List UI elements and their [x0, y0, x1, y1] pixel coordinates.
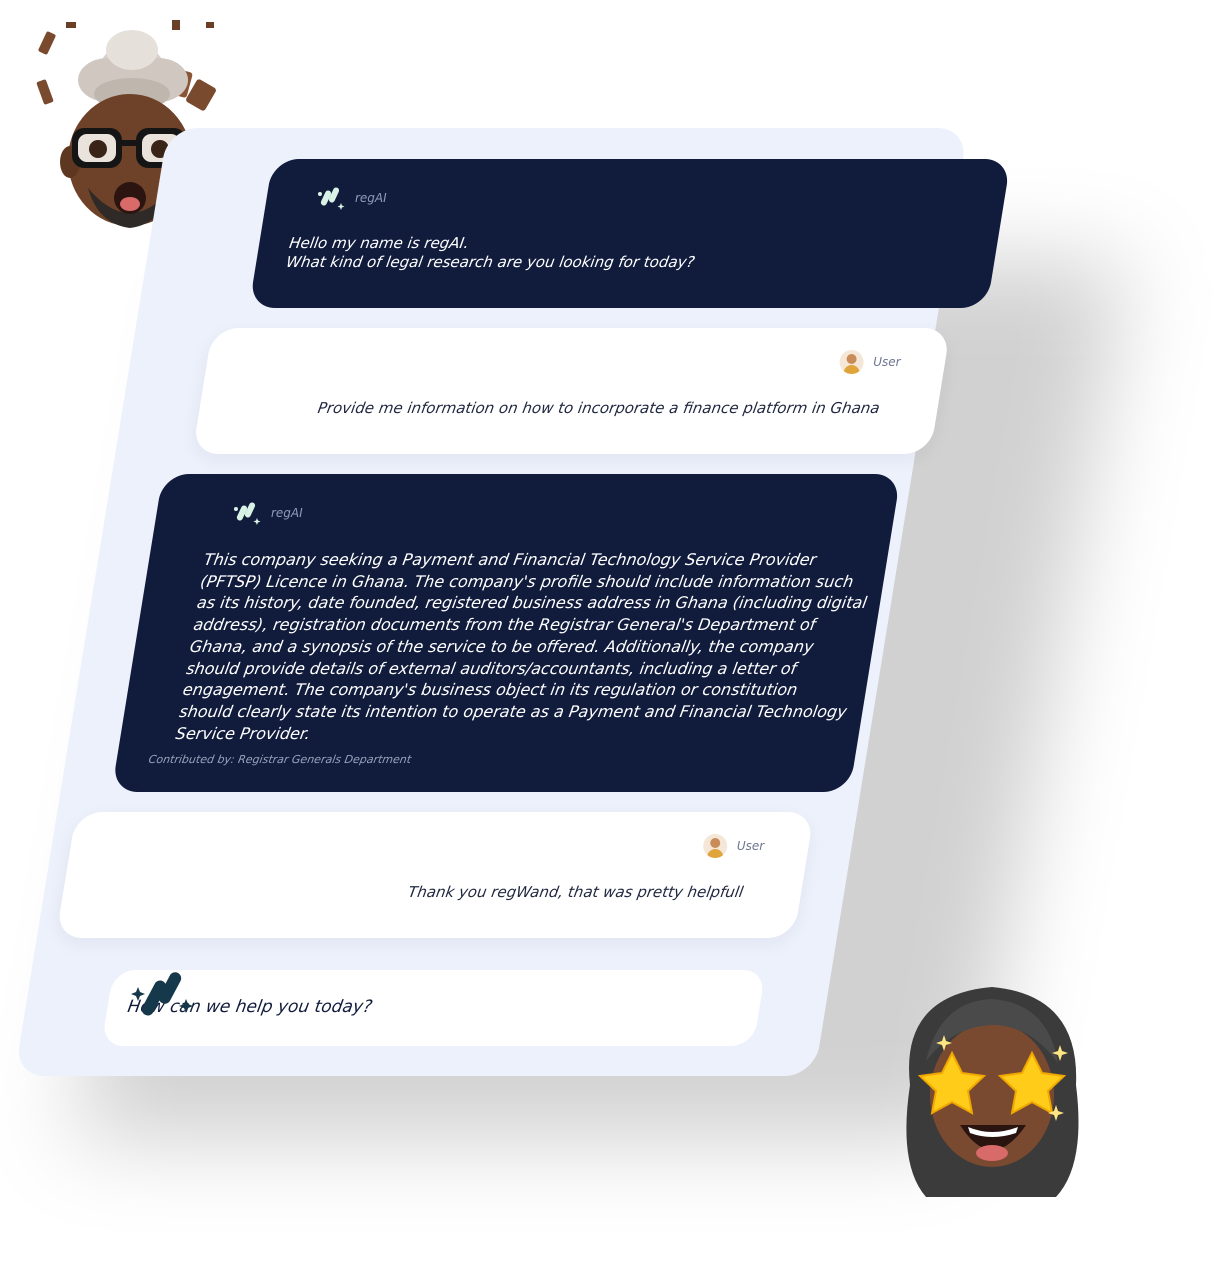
user-message: User Provide me information on how to in… — [192, 328, 951, 454]
contribution-note: Contributed by: Registrar Generals Depar… — [147, 753, 413, 766]
user-name: User — [873, 355, 901, 369]
bot-name: regAI — [354, 191, 387, 205]
user-message-text: Provide me information on how to incorpo… — [316, 399, 882, 417]
regai-logo-icon — [233, 502, 261, 525]
bot-speaker: regAI — [315, 183, 387, 213]
bot-speaker: regAI — [231, 498, 303, 528]
user-message: User Thank you regWand, that was pretty … — [55, 812, 815, 938]
user-speaker: User — [839, 350, 901, 374]
bot-message-text: This company seeking a Payment and Finan… — [174, 550, 869, 743]
regai-logo-icon — [317, 187, 345, 210]
user-name: User — [736, 839, 765, 853]
user-speaker: User — [702, 834, 765, 858]
bot-message-text: Hello my name is regAI. What kind of leg… — [284, 234, 697, 271]
regai-logo-icon — [131, 972, 193, 1016]
bot-message: regAI Hello my name is regAI. What kind … — [248, 159, 1011, 308]
star-eyes-memoji-icon — [906, 987, 1079, 1197]
chat-input[interactable]: How can we help you today? — [101, 970, 766, 1046]
marketing-stage: regAI Hello my name is regAI. What kind … — [0, 0, 1215, 1269]
chat-card: regAI Hello my name is regAI. What kind … — [14, 128, 1011, 1076]
user-avatar-icon — [839, 350, 864, 374]
bot-name: regAI — [270, 506, 303, 520]
user-avatar-icon — [702, 834, 727, 858]
bot-message: regAI This company seeking a Payment and… — [111, 474, 901, 792]
user-message-text: Thank you regWand, that was pretty helpf… — [406, 883, 745, 901]
